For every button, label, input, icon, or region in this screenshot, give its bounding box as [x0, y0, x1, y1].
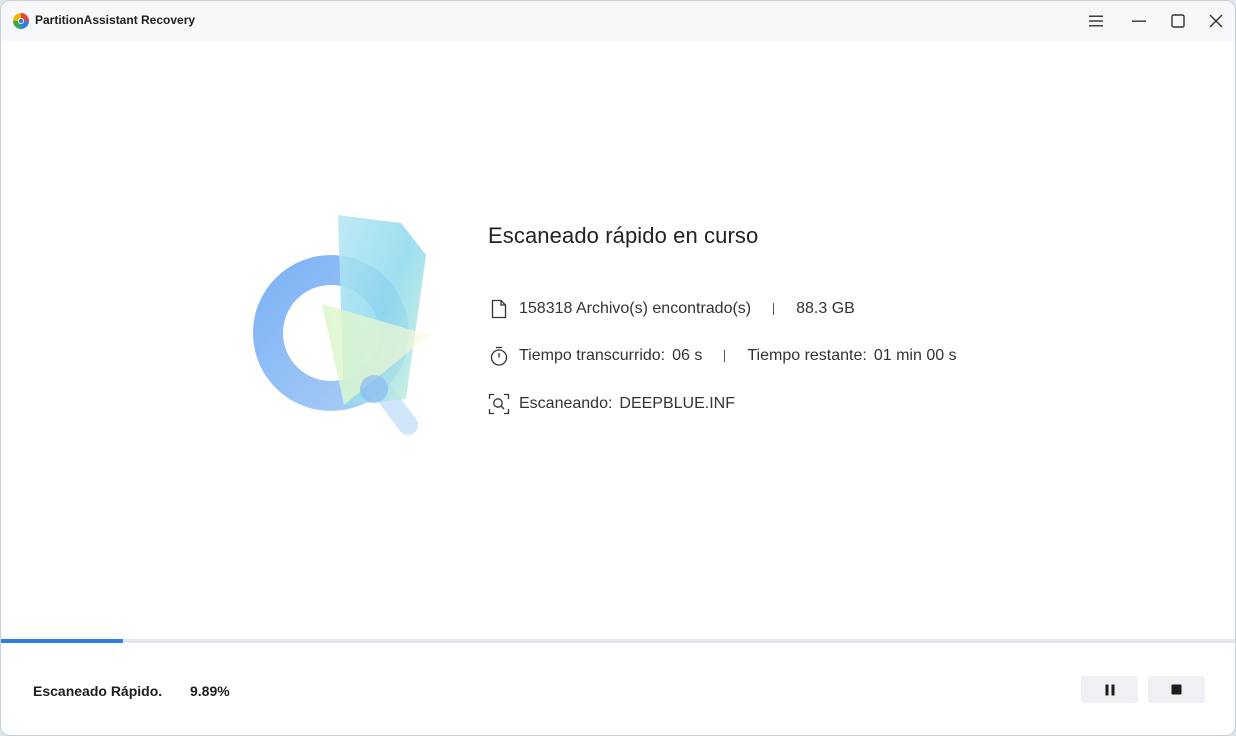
- remaining-time-label: Tiempo restante:: [747, 347, 867, 364]
- pause-button[interactable]: [1081, 676, 1138, 703]
- file-icon: [491, 299, 507, 319]
- app-window: PartitionAssistant Recovery Escaneado rá…: [0, 0, 1236, 736]
- close-button[interactable]: [1204, 9, 1228, 33]
- time-row: Tiempo transcurrido: 06 s Tiempo restant…: [488, 345, 957, 367]
- scan-mode-label: Escaneado Rápido.: [33, 683, 163, 699]
- stop-button[interactable]: [1148, 676, 1205, 703]
- elapsed-time-label: Tiempo transcurrido:: [519, 347, 666, 364]
- stopwatch-icon: [490, 346, 508, 366]
- minimize-icon: [1132, 20, 1146, 22]
- close-icon: [1209, 14, 1223, 28]
- hamburger-menu-icon: [1089, 15, 1103, 27]
- separator: [773, 303, 775, 315]
- scan-status-title: Escaneado rápido en curso: [488, 223, 759, 248]
- scan-focus-icon: [488, 393, 510, 415]
- hamburger-menu-button[interactable]: [1084, 9, 1108, 33]
- app-title: PartitionAssistant Recovery: [35, 13, 196, 27]
- title-bar: PartitionAssistant Recovery: [1, 1, 1235, 41]
- maximize-icon: [1171, 14, 1185, 28]
- files-found-size: 88.3 GB: [796, 300, 855, 317]
- pause-icon: [1105, 684, 1114, 695]
- elapsed-time-value: 06 s: [672, 347, 703, 364]
- minimize-button[interactable]: [1127, 9, 1151, 33]
- scan-magnifier-illustration: [253, 215, 429, 435]
- maximize-button[interactable]: [1166, 9, 1190, 33]
- remaining-time-value: 01 min 00 s: [873, 347, 957, 364]
- stop-icon: [1171, 684, 1182, 695]
- scanning-label: Escaneando:: [519, 395, 613, 412]
- app-logo-icon: [13, 13, 29, 29]
- scanning-file: DEEPBLUE.INF: [619, 395, 735, 412]
- separator: [724, 350, 726, 362]
- files-found-row: 158318 Archivo(s) encontrado(s) 88.3 GB: [488, 298, 855, 320]
- scan-progress-bar: [1, 639, 1235, 643]
- files-found-count: 158318 Archivo(s) encontrado(s): [519, 300, 752, 317]
- scanning-row: Escaneando: DEEPBLUE.INF: [488, 393, 735, 415]
- scan-progress-percent: 9.89%: [190, 683, 230, 699]
- scan-progress-fill: [1, 639, 124, 643]
